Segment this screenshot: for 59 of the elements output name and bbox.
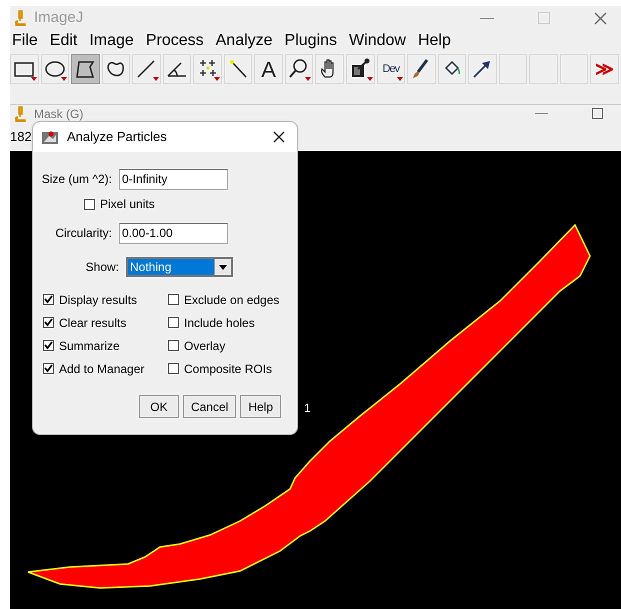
dropdown-indicator-icon <box>397 77 404 81</box>
tool-button[interactable] <box>71 54 100 84</box>
dropdown-indicator-icon <box>366 77 373 81</box>
checkbox-label: Clear results <box>59 314 126 332</box>
checkbox[interactable] <box>43 294 54 305</box>
tool-button[interactable]: A <box>254 54 283 84</box>
checkbox-label: Overlay <box>184 338 226 354</box>
image-info: 182 <box>10 128 32 146</box>
menu-item[interactable]: Window <box>343 29 412 53</box>
checkbox-label: Composite ROIs <box>184 360 272 378</box>
show-dropdown[interactable]: Nothing <box>126 257 233 277</box>
checkbox-label: Display results <box>59 292 138 308</box>
checkbox[interactable] <box>168 340 179 351</box>
checkbox-label: Summarize <box>59 338 120 354</box>
dialog-button[interactable]: OK <box>138 395 179 418</box>
checkbox[interactable] <box>168 294 179 305</box>
tool-button[interactable]: Dev <box>376 54 406 84</box>
menu-item[interactable]: Edit <box>44 29 84 53</box>
checkbox-label: Pixel units <box>100 196 155 213</box>
microscope-icon <box>14 10 26 26</box>
menu-item[interactable]: Analyze <box>210 29 279 53</box>
checkbox-label: Include holes <box>184 314 255 332</box>
checkbox[interactable] <box>43 363 54 374</box>
maximize-icon[interactable] <box>592 108 603 119</box>
menu-item[interactable]: Image <box>83 29 140 53</box>
field-label: Size (um ^2): <box>40 171 113 188</box>
checkbox[interactable] <box>168 363 179 374</box>
checkbox-label: Add to Manager <box>59 360 144 378</box>
wand-icon <box>227 58 250 80</box>
menu-item[interactable]: Plugins <box>278 29 344 53</box>
checkbox[interactable] <box>43 317 54 328</box>
dropdown-indicator-icon <box>214 77 220 81</box>
dialog-title: Analyze Particles <box>67 128 168 146</box>
dropdown-indicator-icon <box>305 77 312 81</box>
tool-button[interactable]: ≫ <box>590 54 619 84</box>
field-label: Show: <box>84 259 120 276</box>
dropdown-indicator-icon <box>61 77 68 81</box>
dropdown-indicator-icon <box>152 77 159 81</box>
microscope-icon <box>14 106 26 122</box>
input-field[interactable]: 0.00-1.00 <box>119 222 228 244</box>
menu-item[interactable]: Process <box>140 29 210 53</box>
window-title: ImageJ <box>34 8 84 28</box>
particle-label: 1 <box>304 400 311 417</box>
menu-item[interactable]: Help <box>412 29 457 53</box>
checkbox[interactable] <box>168 317 179 328</box>
input-field[interactable]: 0-Infinity <box>119 168 228 190</box>
line-icon <box>135 58 158 80</box>
analyze-icon <box>41 129 59 145</box>
checkbox[interactable] <box>43 340 54 351</box>
close-icon[interactable] <box>273 131 285 143</box>
checkbox[interactable] <box>84 198 95 210</box>
checkbox-label: Exclude on edges <box>184 292 280 308</box>
dropper-icon <box>349 58 372 80</box>
dropdown-indicator-icon <box>30 77 37 81</box>
field-label: Circularity: <box>54 225 113 242</box>
dialog-button[interactable]: Cancel <box>182 395 236 418</box>
window-title: Mask (G) <box>34 106 84 120</box>
menu-item[interactable]: File <box>10 29 44 53</box>
dialog-button[interactable]: Help <box>240 395 281 418</box>
